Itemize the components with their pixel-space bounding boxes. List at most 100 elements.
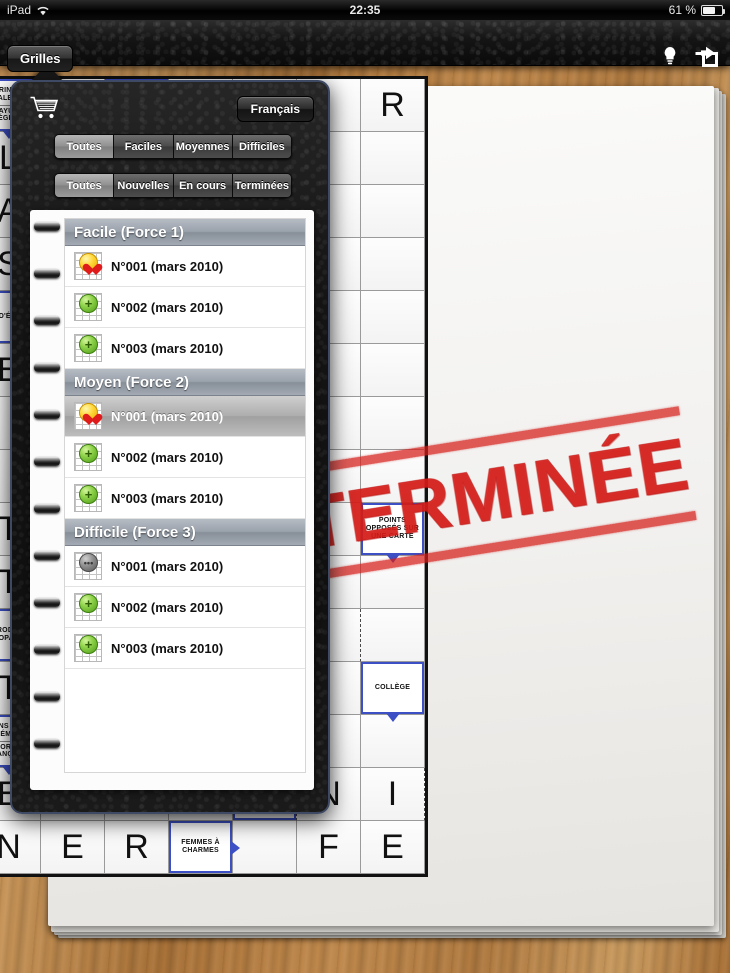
section-header-2: Difficile (Force 3) — [65, 519, 305, 546]
status-segment-en-cours[interactable]: En cours — [173, 174, 233, 197]
grid-cell[interactable]: COLLÈGE — [361, 662, 425, 715]
list-item[interactable]: N°001 (mars 2010) — [65, 246, 305, 287]
grid-gray-icon: ••• — [74, 552, 102, 580]
spiral-ring — [34, 363, 60, 372]
grids-list[interactable]: Facile (Force 1) N°001 (mars 2010) + N°002 … — [64, 218, 306, 773]
grid-green-plus-icon: + — [74, 293, 102, 321]
grid-cell[interactable] — [233, 821, 297, 874]
grid-cell[interactable] — [361, 450, 425, 503]
spiral-ring — [34, 410, 60, 419]
grid-cell[interactable]: R — [105, 821, 169, 874]
grid-cell[interactable]: E — [41, 821, 105, 874]
grid-cell[interactable]: E — [361, 821, 425, 874]
grid-sun-heart-icon — [74, 402, 102, 430]
clue-line-1: FEMMES À CHARMES — [181, 839, 220, 854]
list-item-label: N°002 (mars 2010) — [111, 449, 224, 465]
grid-green-plus-icon: + — [74, 443, 102, 471]
grid-sun-heart-icon — [74, 252, 102, 280]
clue-line-1: COLLÈGE — [374, 684, 411, 692]
list-item-label: N°001 (mars 2010) — [111, 408, 224, 424]
grid-cell[interactable]: FEMMES À CHARMES — [169, 821, 233, 874]
list-item-label: N°002 (mars 2010) — [111, 299, 224, 315]
battery-icon — [701, 4, 725, 16]
app-toolbar: Grilles — [0, 20, 730, 72]
grid-cell[interactable] — [361, 556, 425, 609]
list-item[interactable]: ••• N°001 (mars 2010) — [65, 546, 305, 587]
grid-letter: R — [124, 828, 149, 866]
status-bar-clock: 22:35 — [349, 3, 381, 17]
difficulty-segment-difficiles[interactable]: Difficiles — [232, 135, 291, 158]
list-item-label: N°003 (mars 2010) — [111, 340, 224, 356]
grid-cell[interactable]: R — [361, 79, 425, 132]
clue-box: FEMMES À CHARMES — [169, 821, 232, 873]
spiral-ring — [34, 692, 60, 701]
grid-cell[interactable] — [361, 185, 425, 238]
popover-body: Français Toutes Faciles Moyennes Difficiles… — [10, 80, 330, 814]
spiral-ring — [34, 269, 60, 278]
spiral-binding — [34, 216, 60, 786]
shopping-cart-icon[interactable] — [30, 96, 60, 125]
grid-cell[interactable]: POINTS OPPOSÉS SUR UNE CARTE — [361, 503, 425, 556]
grid-letter: F — [318, 828, 339, 866]
grilles-button[interactable]: Grilles — [7, 45, 74, 72]
clue-box: POINTS OPPOSÉS SUR UNE CARTE — [361, 503, 424, 555]
spiral-ring — [34, 645, 60, 654]
list-item-label: N°002 (mars 2010) — [111, 599, 224, 615]
spiral-ring — [34, 222, 60, 231]
grid-cell[interactable] — [361, 715, 425, 768]
list-item[interactable]: + N°002 (mars 2010) — [65, 287, 305, 328]
list-item-label: N°003 (mars 2010) — [111, 490, 224, 506]
list-item[interactable]: N°001 (mars 2010) — [65, 396, 305, 437]
list-item-label: N°001 (mars 2010) — [111, 258, 224, 274]
grid-letter: I — [387, 775, 398, 813]
share-icon[interactable] — [694, 46, 718, 72]
status-filter-segmented-control[interactable]: Toutes Nouvelles En cours Terminées — [54, 173, 292, 198]
list-item[interactable]: + N°002 (mars 2010) — [65, 587, 305, 628]
section-header-0: Facile (Force 1) — [65, 219, 305, 246]
grid-cell[interactable] — [361, 238, 425, 291]
clue-arrow-down — [386, 713, 400, 722]
status-segment-toutes[interactable]: Toutes — [55, 174, 115, 197]
grid-letter: N — [0, 821, 40, 873]
difficulty-segment-faciles[interactable]: Faciles — [114, 135, 174, 158]
status-bar-right: 61 % — [668, 3, 725, 17]
section-header-1: Moyen (Force 2) — [65, 369, 305, 396]
grid-cell[interactable] — [361, 132, 425, 185]
difficulty-filter-segmented-control[interactable]: Toutes Faciles Moyennes Difficiles — [54, 134, 292, 159]
grid-green-plus-icon: + — [74, 484, 102, 512]
grid-green-plus-icon: + — [74, 593, 102, 621]
spiral-ring — [34, 598, 60, 607]
clue-box: COLLÈGE — [361, 662, 424, 714]
grid-letter: E — [381, 828, 404, 866]
grid-green-plus-icon: + — [74, 634, 102, 662]
grid-cell[interactable] — [361, 397, 425, 450]
grid-letter: E — [61, 828, 84, 866]
battery-percent-label: 61 % — [668, 3, 696, 17]
list-item-label: N°001 (mars 2010) — [111, 558, 224, 574]
ios-status-bar: iPad 22:35 61 % — [0, 0, 730, 20]
lightbulb-icon[interactable] — [662, 46, 678, 71]
list-item[interactable]: + N°003 (mars 2010) — [65, 328, 305, 369]
clue-arrow-right — [231, 840, 240, 855]
list-item[interactable]: + N°003 (mars 2010) — [65, 478, 305, 519]
difficulty-segment-moyennes[interactable]: Moyennes — [173, 135, 233, 158]
grid-green-plus-icon: + — [74, 334, 102, 362]
list-item[interactable]: + N°002 (mars 2010) — [65, 437, 305, 478]
list-item-label: N°003 (mars 2010) — [111, 640, 224, 656]
list-item[interactable]: + N°003 (mars 2010) — [65, 628, 305, 669]
grid-cell[interactable]: F — [297, 821, 361, 874]
difficulty-segment-toutes[interactable]: Toutes — [55, 135, 115, 158]
status-segment-termin-es[interactable]: Terminées — [232, 174, 291, 197]
grid-cell[interactable]: I — [361, 768, 425, 821]
grid-cell[interactable]: N — [0, 821, 41, 874]
spiral-ring — [34, 457, 60, 466]
spiral-ring — [34, 551, 60, 560]
grid-cell[interactable] — [361, 291, 425, 344]
grid-cell[interactable] — [361, 609, 425, 662]
grid-cell[interactable] — [361, 344, 425, 397]
spiral-ring — [34, 316, 60, 325]
spiral-ring — [34, 739, 60, 748]
grid-letter: R — [380, 86, 405, 124]
status-segment-nouvelles[interactable]: Nouvelles — [114, 174, 174, 197]
language-button[interactable]: Français — [236, 96, 314, 122]
